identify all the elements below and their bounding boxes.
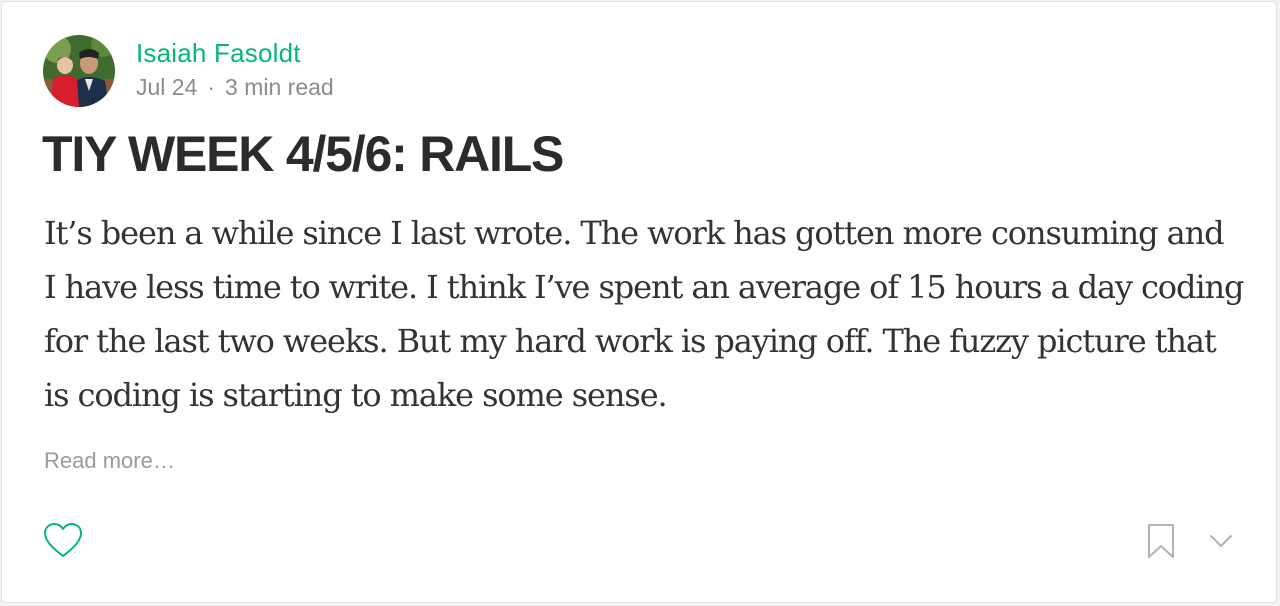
like-button[interactable] bbox=[42, 520, 84, 562]
chevron-down-icon bbox=[1210, 535, 1232, 547]
post-title[interactable]: TIY WEEK 4/5/6: RAILS bbox=[42, 126, 564, 184]
more-options-button[interactable] bbox=[1202, 524, 1240, 558]
avatar-photo bbox=[43, 35, 115, 107]
heart-icon bbox=[44, 523, 82, 557]
read-more-link[interactable]: Read more… bbox=[44, 448, 175, 474]
author-name-link[interactable]: Isaiah Fasoldt bbox=[136, 38, 301, 69]
meta-separator: · bbox=[207, 74, 216, 100]
post-date[interactable]: Jul 24 bbox=[136, 74, 197, 101]
post-excerpt[interactable]: It’s been a while since I last wrote. Th… bbox=[44, 206, 1244, 422]
bookmark-icon bbox=[1148, 524, 1174, 558]
post-card: Isaiah Fasoldt Jul 24 · 3 min read TIY W… bbox=[1, 1, 1277, 603]
bookmark-button[interactable] bbox=[1142, 520, 1180, 562]
author-avatar[interactable] bbox=[43, 35, 115, 107]
post-meta: Jul 24 · 3 min read bbox=[136, 74, 334, 101]
read-time: 3 min read bbox=[225, 74, 334, 100]
